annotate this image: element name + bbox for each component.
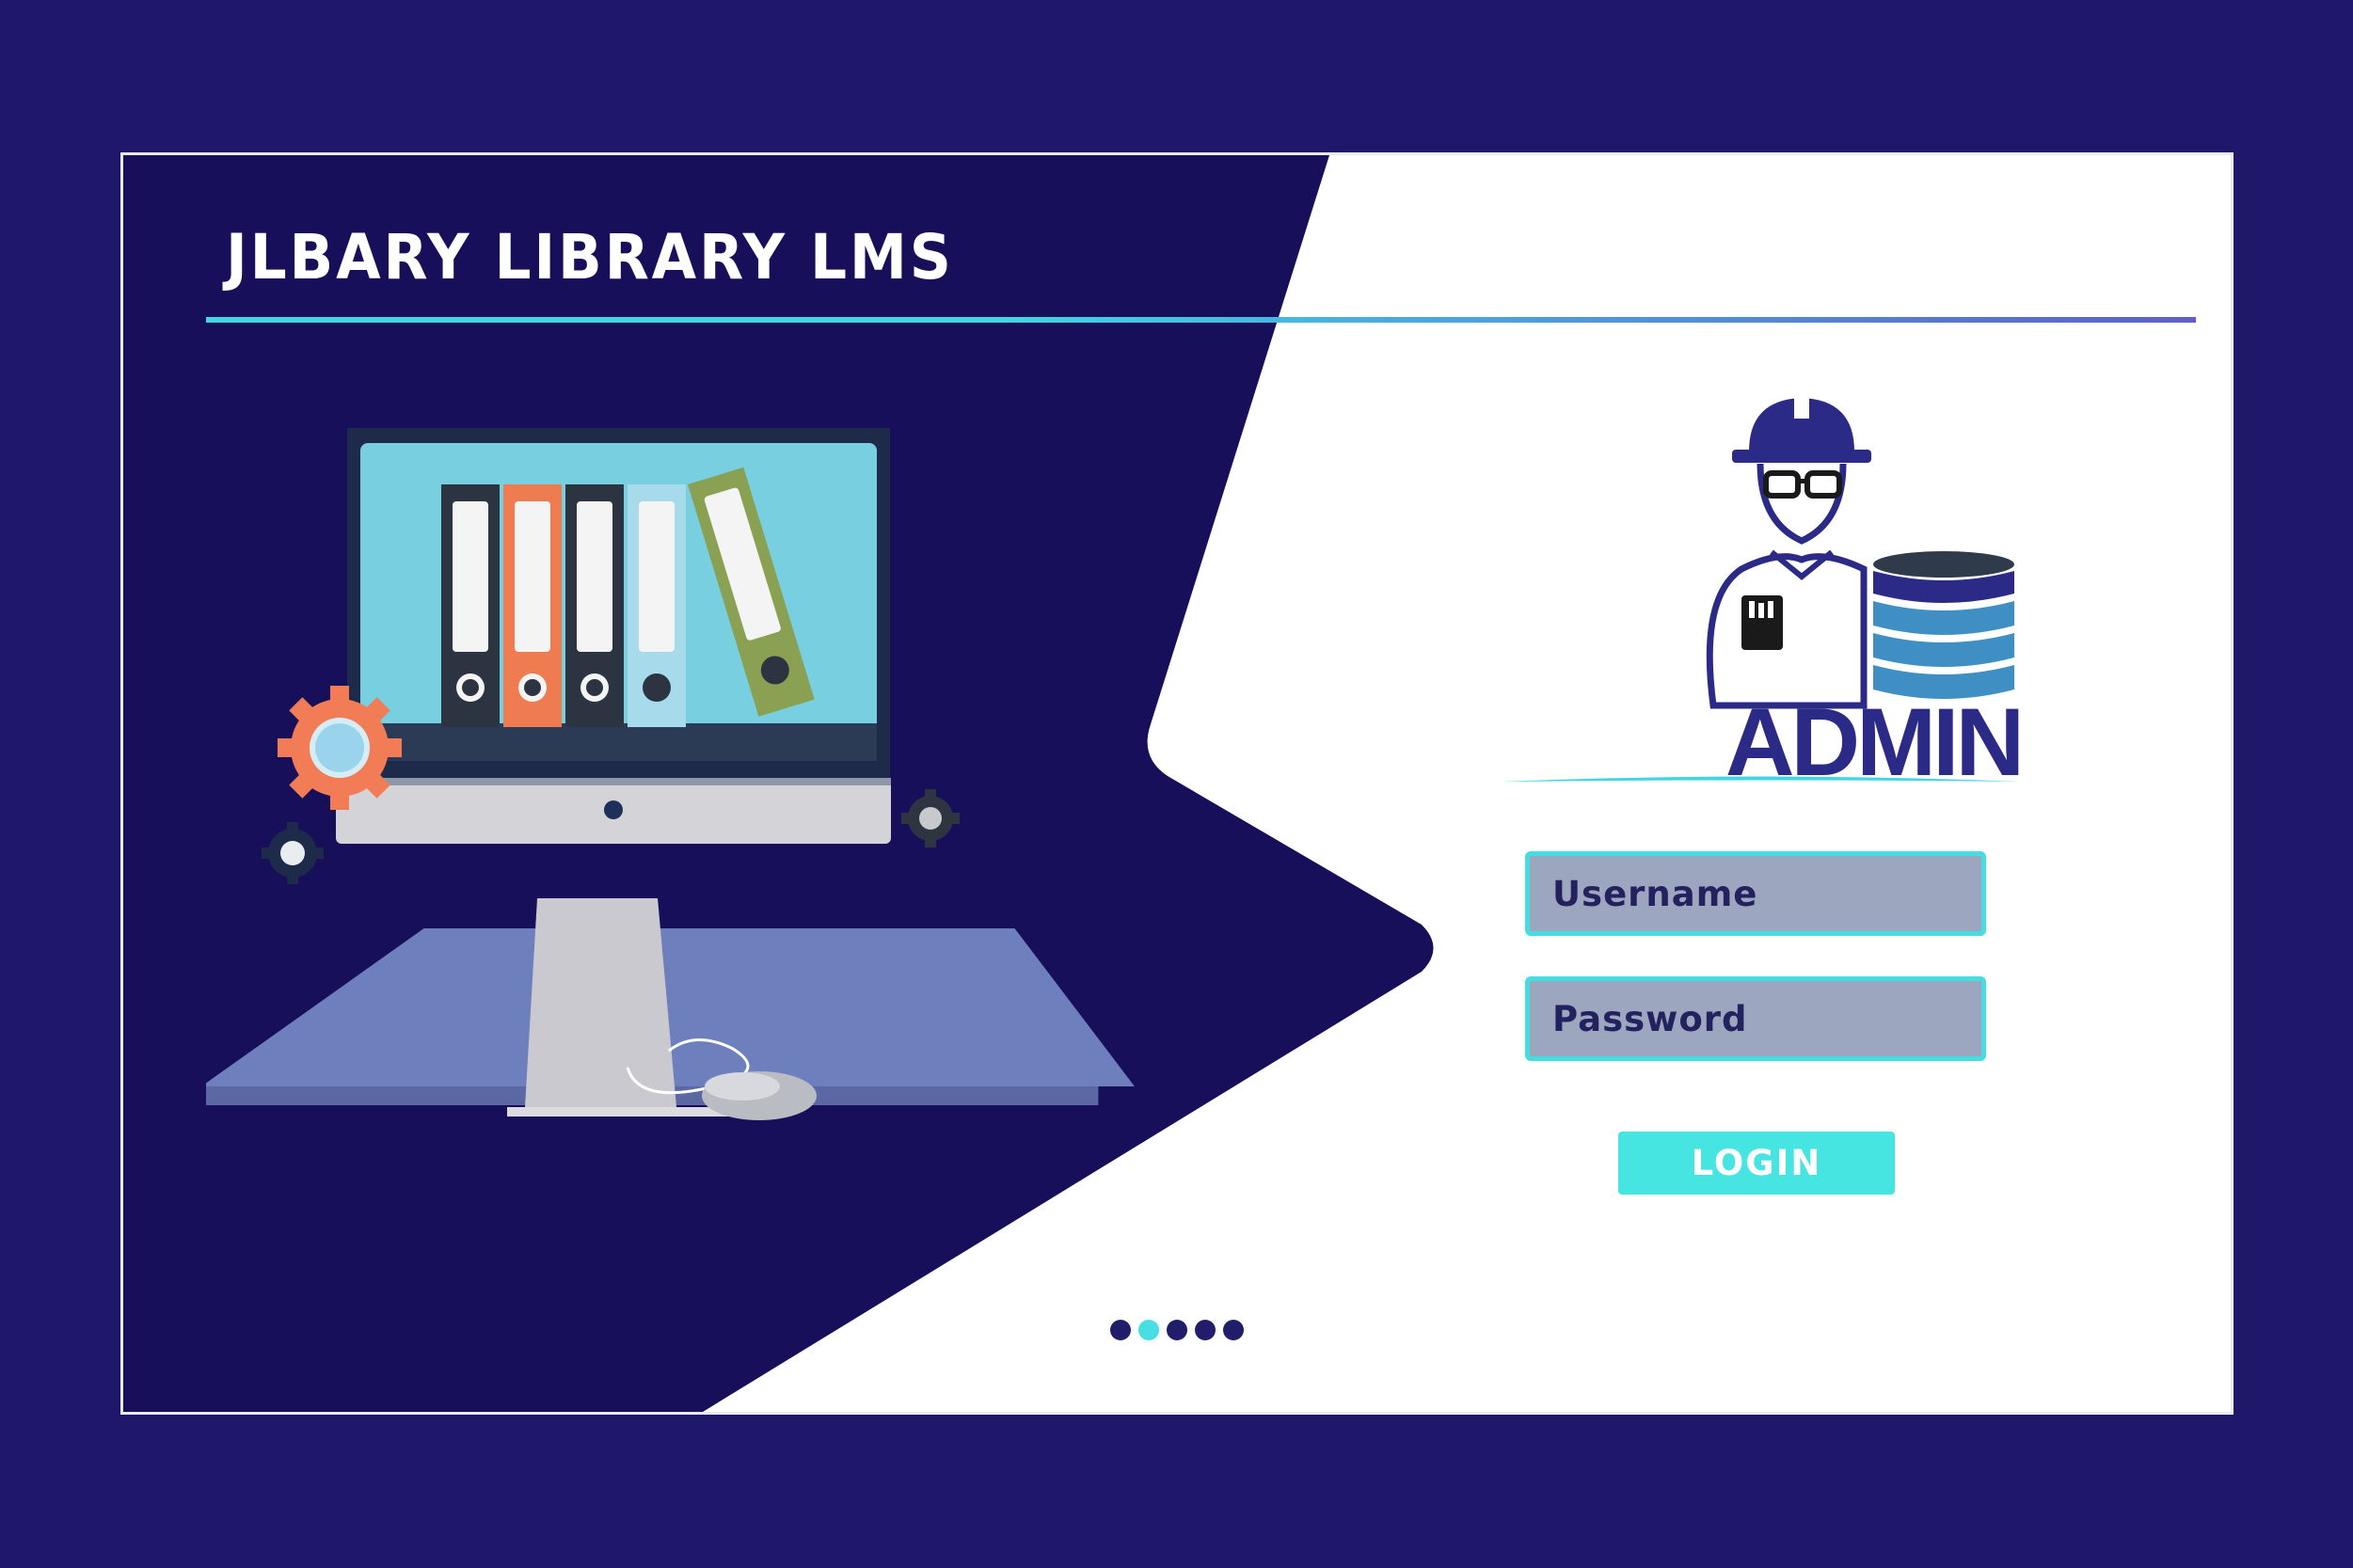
pager-dot-3[interactable] bbox=[1167, 1320, 1187, 1340]
pagination-dots bbox=[1110, 1320, 1244, 1342]
login-button[interactable]: LOGIN bbox=[1618, 1132, 1895, 1195]
title-underline bbox=[206, 317, 2196, 323]
login-panel: JLBARY LIBRARY LMS ADMIN Username LOGIN bbox=[123, 155, 2231, 1412]
username-field[interactable] bbox=[1525, 851, 1986, 936]
pager-dot-5[interactable] bbox=[1223, 1320, 1244, 1340]
pager-dot-1[interactable] bbox=[1110, 1320, 1131, 1340]
computer-with-binders-icon bbox=[206, 428, 1135, 1120]
pager-dot-2-active[interactable] bbox=[1138, 1320, 1159, 1340]
admin-swoosh bbox=[1502, 776, 2019, 782]
password-field[interactable] bbox=[1525, 976, 1986, 1061]
page-title: JLBARY LIBRARY LMS bbox=[226, 221, 954, 293]
pager-dot-4[interactable] bbox=[1195, 1320, 1216, 1340]
